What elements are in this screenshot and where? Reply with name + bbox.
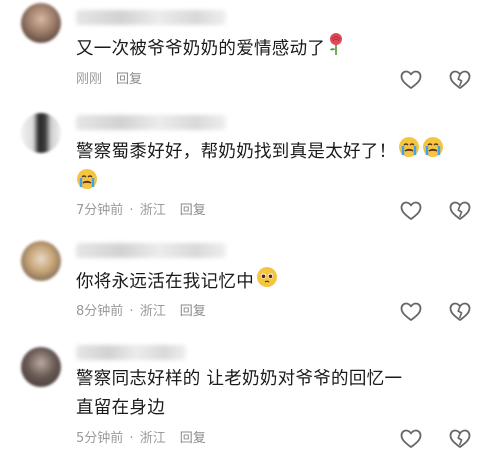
comment-time: 8分钟前	[76, 304, 124, 319]
reply-button[interactable]: 回复	[116, 72, 142, 87]
reply-button[interactable]: 回复	[180, 203, 206, 218]
avatar[interactable]	[21, 3, 61, 43]
comment-location: 浙江	[139, 431, 166, 446]
comment-text-content: 又一次被爷爷奶奶的爱情感动了	[76, 39, 326, 59]
comment-meta: 8分钟前 · 浙江 回复	[76, 302, 206, 322]
reply-button[interactable]: 回复	[180, 304, 206, 319]
dislike-icon[interactable]	[449, 70, 471, 90]
rose-emoji	[327, 32, 345, 66]
dislike-icon[interactable]	[449, 429, 471, 449]
dislike-icon[interactable]	[449, 302, 471, 322]
crying-face-emoji	[76, 168, 98, 200]
comment-location: 浙江	[139, 203, 166, 218]
pleading-face-emoji	[256, 266, 278, 298]
comment-meta: 7分钟前 · 浙江 回复	[76, 201, 206, 221]
username[interactable]	[76, 115, 226, 130]
like-icon[interactable]	[400, 201, 422, 221]
like-icon[interactable]	[400, 70, 422, 90]
username[interactable]	[76, 345, 186, 360]
comment-text: 又一次被爷爷奶奶的爱情感动了	[76, 32, 416, 66]
comment-text-content: 你将永远活在我记忆中	[76, 272, 254, 292]
comment-meta: 5分钟前 · 浙江 回复	[76, 429, 206, 449]
username[interactable]	[76, 243, 226, 258]
avatar[interactable]	[21, 241, 61, 281]
comment-time: 刚刚	[76, 72, 103, 87]
comment-item: 又一次被爷爷奶奶的爱情感动了 刚刚 回复	[0, 0, 488, 110]
like-icon[interactable]	[400, 429, 422, 449]
comment-time: 5分钟前	[76, 431, 124, 446]
avatar[interactable]	[21, 113, 61, 153]
crying-face-emoji	[422, 136, 444, 168]
reply-button[interactable]: 回复	[180, 431, 206, 446]
comment-text-content: 警察同志好样的 让老奶奶对爷爷的回忆一直留在身边	[76, 369, 403, 418]
meta-separator: ·	[125, 203, 138, 218]
comment-item: 警察蜀黍好好，帮奶奶找到真是太好了！ 7分钟前 · 浙江 回复	[0, 110, 488, 230]
comment-item: 警察同志好样的 让老奶奶对爷爷的回忆一直留在身边 5分钟前 · 浙江 回复	[0, 335, 488, 460]
username[interactable]	[76, 10, 226, 25]
comment-time: 7分钟前	[76, 203, 124, 218]
comment-meta: 刚刚 回复	[76, 70, 142, 90]
crying-face-emoji	[398, 136, 420, 168]
comment-text: 你将永远活在我记忆中	[76, 266, 416, 298]
meta-separator: ·	[125, 431, 138, 446]
like-icon[interactable]	[400, 302, 422, 322]
avatar[interactable]	[21, 347, 61, 387]
dislike-icon[interactable]	[449, 201, 471, 221]
meta-separator: ·	[125, 304, 138, 319]
comment-text: 警察蜀黍好好，帮奶奶找到真是太好了！	[76, 136, 446, 200]
comment-text: 警察同志好样的 让老奶奶对爷爷的回忆一直留在身边	[76, 365, 406, 423]
comment-location: 浙江	[139, 304, 166, 319]
comment-item: 你将永远活在我记忆中 8分钟前 · 浙江 回复	[0, 230, 488, 335]
comment-text-content: 警察蜀黍好好，帮奶奶找到真是太好了！	[76, 142, 397, 162]
